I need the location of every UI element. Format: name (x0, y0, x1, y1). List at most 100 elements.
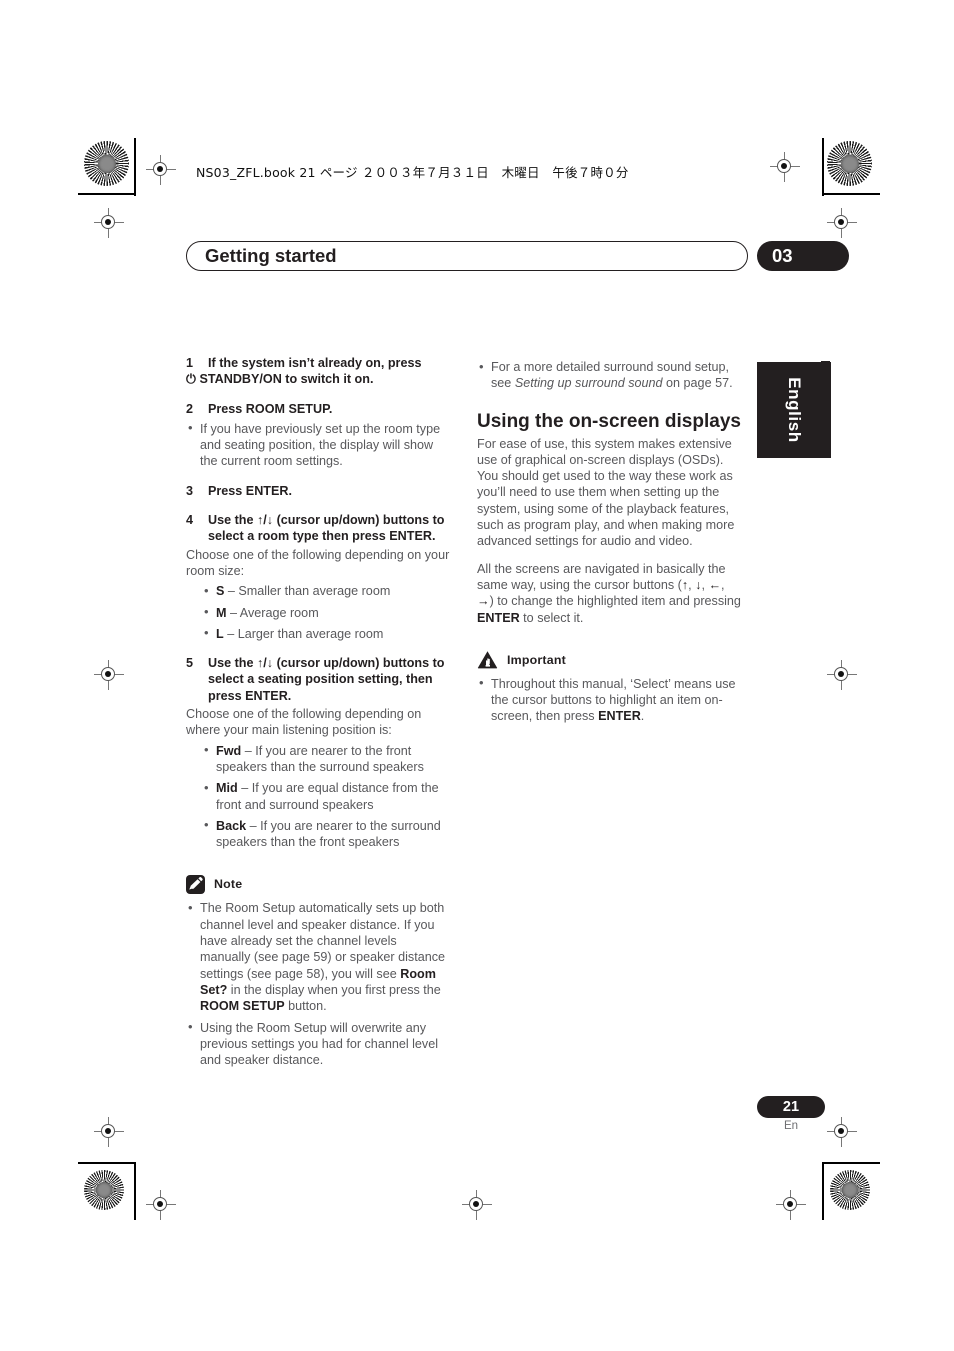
list-item: M – Average room (202, 604, 450, 621)
cursor-left-icon: ← (708, 577, 722, 592)
important-bullet-list: Throughout this manual, ‘Select’ means u… (477, 675, 741, 725)
cursor-down-icon: ↓ (266, 513, 274, 528)
crop-mark-top-left-horizontal (78, 193, 136, 195)
paragraph-2-part2: ) to change the highlighted item and pre… (489, 594, 741, 609)
important-text-part2: . (640, 709, 645, 724)
page-language-label: En (783, 1120, 799, 1132)
seating-position-options: Fwd – If you are nearer to the front spe… (202, 742, 450, 851)
registration-crosshair-left-middle (94, 660, 124, 690)
section-heading: Using the on-screen displays (477, 410, 741, 432)
bullet-text-part2: on page 57. (662, 376, 733, 391)
option-desc: – If you are equal distance from the fro… (216, 781, 439, 812)
page-title: Getting started (205, 245, 337, 266)
registration-crosshair-left-lower (94, 1117, 124, 1147)
crop-mark-top-right-vertical (822, 138, 824, 196)
list-item: The Room Setup automatically sets up bot… (186, 900, 450, 1014)
note-text-part2: in the display when you first press the (227, 982, 441, 997)
step-4-text-a: Use the (208, 513, 254, 528)
registration-crosshair-right-lower (827, 1117, 857, 1147)
chapter-title-bar: Getting started (186, 241, 748, 271)
step-4-intro: Choose one of the following depending on… (186, 547, 450, 578)
list-item: Throughout this manual, ‘Select’ means u… (477, 675, 741, 725)
warning-hand-icon (477, 650, 498, 669)
note-caption: Note (214, 877, 243, 892)
step-5-text-a: Use the (208, 656, 254, 671)
step-1-text-after: STANDBY/ON to switch it on. (199, 372, 374, 387)
page-number-badge: 21 (757, 1096, 825, 1118)
step-1-number: 1 (186, 356, 194, 370)
registration-crosshair-right-middle (827, 660, 857, 690)
registration-starburst-bottom-left (84, 1170, 124, 1210)
list-item: Back – If you are nearer to the surround… (202, 817, 450, 851)
crop-mark-bottom-left-horizontal (78, 1162, 136, 1164)
step-3: 3 Press ENTER. (186, 483, 450, 499)
step-5: 5 Use the ↑/↓ (cursor up/down) buttons to… (186, 655, 450, 704)
option-key: Mid (216, 781, 238, 796)
option-key: S (216, 584, 225, 599)
option-desc: – If you are nearer to the surround spea… (216, 818, 441, 850)
document-page: NS03_ZFL.book 21 ページ ２００３年７月３１日 木曜日 午後７時… (0, 0, 954, 1351)
enter-bold: ENTER (598, 709, 641, 724)
registration-starburst-top-right (827, 141, 872, 186)
list-item: Mid – If you are equal distance from the… (202, 780, 450, 813)
important-caption: Important (507, 652, 566, 667)
paragraph-2-part3: to select it. (519, 610, 584, 625)
crop-mark-top-right-horizontal (822, 193, 880, 195)
step-5-number: 5 (186, 656, 194, 671)
registration-starburst-bottom-right (830, 1170, 870, 1210)
note-text-part3: button. (284, 999, 327, 1014)
registration-crosshair-right-upper (827, 208, 857, 238)
step-2-bullet-list: If you have previously set up the room t… (186, 420, 450, 470)
language-tab-label: English (785, 377, 804, 443)
right-top-bullet-list: For a more detailed surround sound setup… (477, 359, 741, 392)
section-paragraph-2: All the screens are navigated in basical… (477, 561, 741, 626)
crop-mark-top-left-vertical (134, 138, 136, 196)
list-item: Fwd – If you are nearer to the front spe… (202, 742, 450, 776)
option-key: M (216, 605, 227, 620)
step-4-number: 4 (186, 513, 194, 528)
section-paragraph-1: For ease of use, this system makes exten… (477, 436, 735, 549)
registration-crosshair-bottom-left (146, 1190, 176, 1220)
pencil-icon (186, 874, 205, 894)
step-5-intro: Choose one of the following depending on… (186, 707, 422, 738)
step-4: 4 Use the ↑/↓ (cursor up/down) buttons to… (186, 512, 450, 545)
option-desc: – Average room (230, 605, 319, 620)
step-2-number: 2 (186, 401, 194, 416)
option-key: Fwd (216, 743, 242, 758)
right-column: For a more detailed surround sound setup… (477, 355, 741, 725)
cursor-right-icon: → (477, 594, 490, 609)
registration-crosshair-bottom-right (776, 1190, 806, 1220)
step-2: 2 Press ROOM SETUP. (186, 401, 450, 417)
option-key: L (216, 626, 224, 641)
option-desc: – Larger than average room (227, 626, 384, 641)
step-3-text: Press ENTER. (208, 483, 292, 498)
sep: , (721, 577, 725, 592)
option-desc: – If you are nearer to the front speaker… (216, 743, 424, 774)
left-column: 1 If the system isn’t already on, press ⏻… (186, 355, 450, 1068)
enter-bold: ENTER (477, 610, 520, 625)
important-callout-header: Important (477, 650, 741, 670)
note-bullet-list: The Room Setup automatically sets up bot… (186, 900, 450, 1068)
chapter-number-badge: 03 (757, 241, 849, 271)
note-bold-room-setup: ROOM SETUP (200, 999, 285, 1014)
room-size-options: S – Smaller than average room M – Averag… (202, 583, 450, 642)
registration-crosshair-top-left (146, 155, 176, 185)
note-text-part1: Using the Room Setup will overwrite any … (200, 1020, 439, 1068)
step-2-text: Press ROOM SETUP. (208, 401, 333, 416)
step-1-text-before: If the system isn’t already on, press (208, 356, 422, 370)
list-item: S – Smaller than average room (202, 583, 450, 600)
crop-mark-bottom-left-vertical (134, 1162, 136, 1220)
registration-crosshair-top-right (770, 152, 800, 182)
cursor-down-icon: ↓ (266, 656, 274, 671)
power-standby-icon: ⏻ (186, 372, 196, 387)
list-item: Using the Room Setup will overwrite any … (186, 1019, 450, 1069)
option-desc: – Smaller than average room (227, 584, 391, 599)
crop-mark-bottom-right-vertical (822, 1162, 824, 1220)
language-tab: English (757, 362, 831, 458)
step-1: 1 If the system isn’t already on, press ⏻… (186, 355, 450, 388)
list-item: L – Larger than average room (202, 625, 450, 642)
registration-starburst-top-left (84, 141, 129, 186)
registration-crosshair-bottom-center (462, 1190, 492, 1220)
list-item: If you have previously set up the room t… (186, 420, 450, 470)
step-3-number: 3 (186, 483, 194, 498)
